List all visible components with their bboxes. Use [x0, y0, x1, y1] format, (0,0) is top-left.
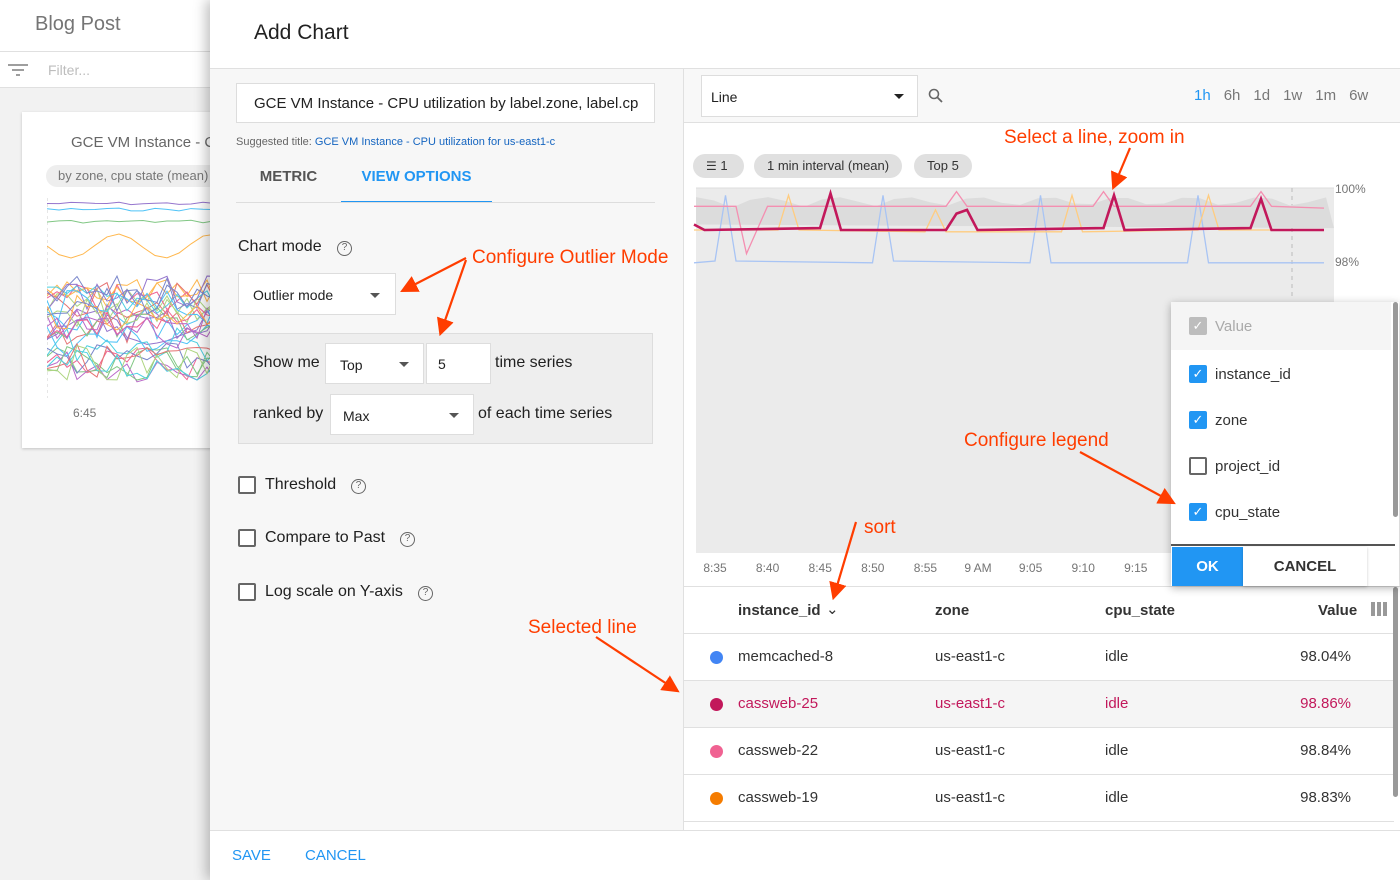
annotation-selected-line: Selected line: [528, 617, 637, 638]
annotation-arrows: [400, 147, 1176, 693]
annotation-outlier-mode: Configure Outlier Mode: [472, 247, 669, 268]
annotation-legend: Configure legend: [964, 430, 1109, 451]
annotation-sort: sort: [864, 517, 896, 538]
annotation-zoom: Select a line, zoom in: [1004, 127, 1185, 148]
